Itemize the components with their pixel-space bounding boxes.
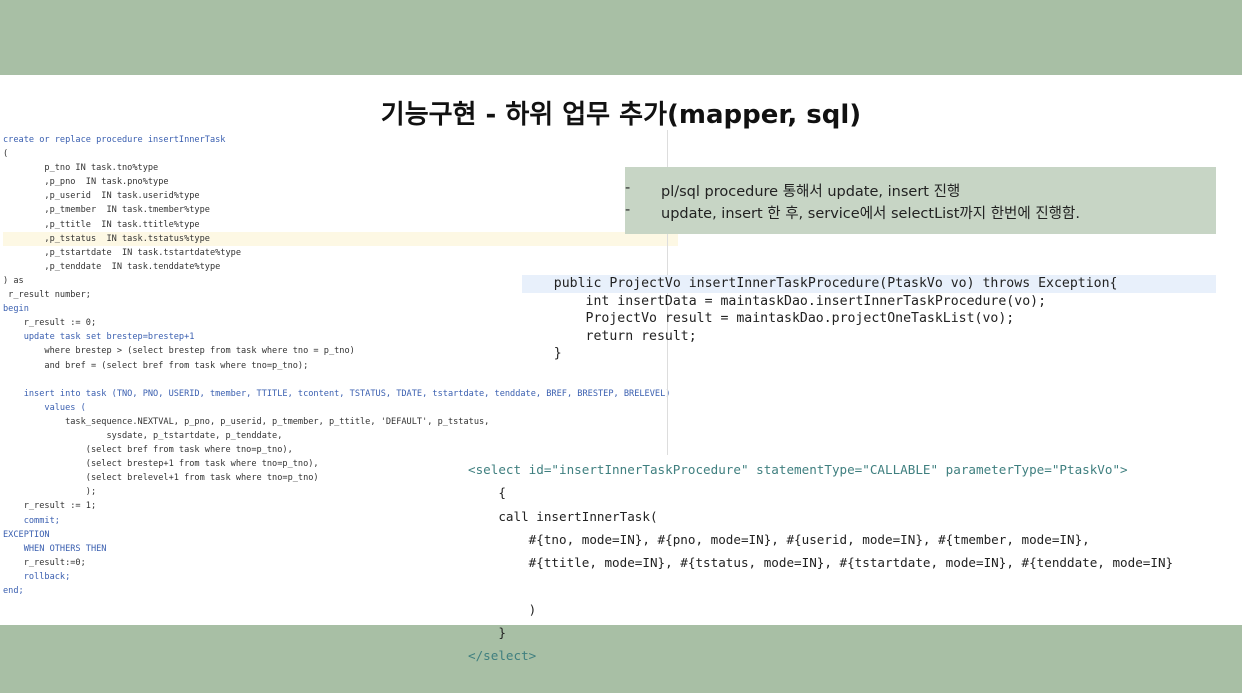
code-line: values ( [3, 402, 86, 413]
note-item: - update, insert 한 후, service에서 selectLis… [625, 202, 1080, 222]
java-service-code: public ProjectVo insertInnerTaskProcedur… [522, 275, 1216, 363]
code-line: ProjectVo result = maintaskDao.projectOn… [522, 311, 1015, 327]
code-line: sysdate, p_tstartdate, p_tenddate, [3, 430, 283, 441]
code-line: #{tno, mode=IN}, #{pno, mode=IN}, #{user… [468, 531, 1090, 547]
code-line: (select bref from task where tno=p_tno), [3, 445, 293, 456]
code-line: int insertData = maintaskDao.insertInner… [522, 293, 1047, 309]
code-line: ,p_tstatus IN task.tstatus%type [3, 231, 678, 246]
code-line: ,p_tmember IN task.tmember%type [3, 205, 210, 216]
code-line: ,p_ttitle IN task.ttitle%type [3, 219, 200, 230]
code-line: ,p_tstartdate IN task.tstartdate%type [3, 247, 241, 258]
code-line: ) [468, 601, 537, 617]
code-line: #{ttitle, mode=IN}, #{tstatus, mode=IN},… [468, 555, 1174, 571]
code-line: { [468, 485, 506, 501]
code-line: call insertInnerTask( [468, 508, 658, 524]
code-line: task_sequence.NEXTVAL, p_pno, p_userid, … [3, 416, 490, 427]
page-title: 기능구현 - 하위 업무 추가(mapper, sql) [380, 100, 862, 130]
code-line: ,p_pno IN task.pno%type [3, 177, 169, 188]
notes-box: - pl/sql procedure 통해서 update, insert 진행 … [625, 167, 1216, 234]
code-line: ,p_tenddate IN task.tenddate%type [3, 261, 221, 272]
code-line: } [522, 346, 562, 362]
code-line: insert into task (TNO, PNO, USERID, tmem… [3, 388, 671, 399]
code-line: ( [3, 149, 9, 160]
code-line: create or replace procedure insertInnerT… [3, 135, 226, 145]
mybatis-mapper-code: <select id="insertInnerTaskProcedure" st… [468, 458, 1173, 668]
note-item: - pl/sql procedure 통해서 update, insert 진행 [625, 180, 961, 200]
code-line: return result; [522, 328, 697, 344]
code-line: p_tno IN task.tno%type [3, 163, 159, 174]
code-line: ,p_userid IN task.userid%type [3, 191, 200, 202]
code-line: public ProjectVo insertInnerTaskProcedur… [522, 275, 1216, 293]
top-banner [0, 0, 1242, 75]
code-line: </select> [468, 648, 537, 664]
code-line: <select id="insertInnerTaskProcedure" st… [468, 462, 1128, 477]
code-line: } [468, 625, 506, 641]
